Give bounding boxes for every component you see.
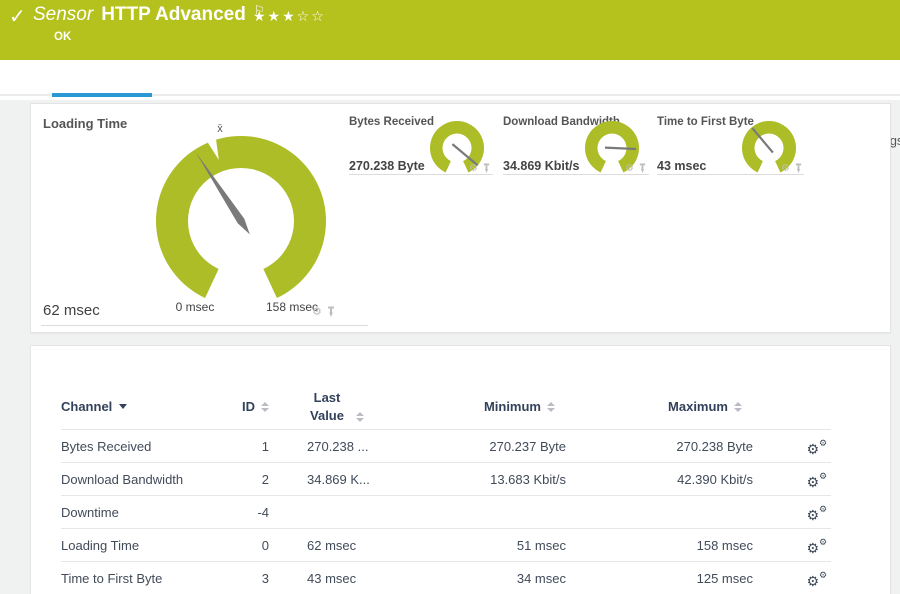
divider xyxy=(503,174,649,175)
primary-gauge-title: Loading Time xyxy=(43,116,128,131)
channel-id: 0 xyxy=(261,537,269,553)
column-header-maximum[interactable]: Maximum xyxy=(668,399,758,414)
table-row: Time to First Byte 3 43 msec 34 msec 125… xyxy=(61,562,831,594)
gear-icon: ⚙ xyxy=(806,475,819,491)
column-header-channel[interactable]: Channel xyxy=(61,399,209,414)
column-header-minimum[interactable]: Minimum xyxy=(484,399,571,414)
mini-gauge-title: Bytes Received xyxy=(349,116,435,128)
gauge-tools: ⚙ xyxy=(312,305,336,318)
sort-arrows-icon xyxy=(261,401,269,412)
mini-gauge-value: 270.238 Byte xyxy=(349,159,425,173)
channel-minimum: 270.237 Byte xyxy=(489,438,566,454)
pin-icon[interactable] xyxy=(794,163,803,174)
gauge-tools: ⚙ xyxy=(469,163,491,174)
gauges-panel: Loading Time x̄ 0 msec 158 msec 62 msec … xyxy=(30,103,891,333)
channel-id: 3 xyxy=(261,570,269,586)
sensor-type-label: Sensor xyxy=(33,4,94,25)
gauge-tools: ⚙ xyxy=(625,163,647,174)
pin-icon[interactable] xyxy=(482,163,491,174)
sort-arrows-icon xyxy=(547,401,555,412)
table-row: Bytes Received 1 270.238 ... 270.237 Byt… xyxy=(61,430,831,463)
status-check-icon: ✓ xyxy=(9,4,26,28)
gear-icon: ⚙ xyxy=(806,508,819,524)
table-row: Downtime -4 ⚙ ⚙ xyxy=(61,496,831,529)
prtg-sensor-page: ✓ Sensor HTTP Advanced ⚐ ★★★☆☆ OK Overvi… xyxy=(0,0,900,594)
channel-maximum: 125 msec xyxy=(696,570,753,586)
channel-table: Channel ID Last Value Minimum Maximum By… xyxy=(61,384,831,594)
channel-maximum: 270.238 Byte xyxy=(676,438,753,454)
divider xyxy=(657,174,804,175)
channel-name[interactable]: Download Bandwidth xyxy=(61,472,209,487)
sort-caret-down-icon xyxy=(119,404,128,409)
sensor-title-line: Sensor HTTP Advanced ⚐ xyxy=(33,3,265,26)
sort-arrows-icon xyxy=(734,401,742,412)
table-row: Loading Time 0 62 msec 51 msec 158 msec … xyxy=(61,529,831,562)
column-header-id[interactable]: ID xyxy=(242,399,269,414)
header-label: Last Value xyxy=(310,389,344,423)
gear-icon: ⚙ xyxy=(819,538,828,548)
channel-maximum: 158 msec xyxy=(696,537,753,553)
table-header-row: Channel ID Last Value Minimum Maximum xyxy=(61,384,831,430)
active-tab-underline xyxy=(52,93,152,97)
channel-name[interactable]: Bytes Received xyxy=(61,439,209,454)
channel-last-value: 43 msec xyxy=(307,570,357,586)
channel-id: -4 xyxy=(257,504,269,520)
header-label: Maximum xyxy=(668,399,728,414)
gauge-settings-icon[interactable]: ⚙ xyxy=(469,163,478,174)
header-label: Minimum xyxy=(483,399,541,414)
divider xyxy=(349,174,493,175)
sort-arrows-icon xyxy=(356,412,364,423)
channel-name[interactable]: Time to First Byte xyxy=(61,571,209,586)
divider xyxy=(41,325,368,326)
channel-minimum: 13.683 Kbit/s xyxy=(490,471,566,487)
primary-gauge-value: 62 msec xyxy=(43,302,100,319)
gauge-scale-min: 0 msec xyxy=(175,300,215,314)
gear-icon: ⚙ xyxy=(806,442,819,458)
channels-panel: Channel ID Last Value Minimum Maximum By… xyxy=(30,345,891,594)
channel-id: 2 xyxy=(261,471,269,487)
pin-icon[interactable] xyxy=(638,163,647,174)
gauge-settings-icon[interactable]: ⚙ xyxy=(625,163,634,174)
header-label: ID xyxy=(242,399,255,414)
channel-name[interactable]: Downtime xyxy=(61,505,209,520)
priority-stars[interactable]: ★★★☆☆ xyxy=(253,9,326,25)
mini-gauge-value: 34.869 Kbit/s xyxy=(503,159,580,173)
gear-icon: ⚙ xyxy=(819,472,828,482)
header-label: Channel xyxy=(61,399,113,414)
tab-bar: Overview Live Data 2 days 30 days 365 da… xyxy=(0,60,900,149)
channel-last-value: 62 msec xyxy=(307,537,357,553)
channel-minimum: 34 msec xyxy=(516,570,566,586)
column-header-last-value[interactable]: Last Value xyxy=(304,389,364,424)
gear-icon: ⚙ xyxy=(806,574,819,590)
gauge-settings-icon[interactable]: ⚙ xyxy=(312,305,322,318)
channel-name[interactable]: Loading Time xyxy=(61,538,209,553)
pin-icon[interactable] xyxy=(326,306,336,318)
channel-id: 1 xyxy=(261,438,269,454)
gauge-needle xyxy=(604,146,637,151)
gauge-settings-icon[interactable]: ⚙ xyxy=(781,163,790,174)
channel-maximum: 42.390 Kbit/s xyxy=(677,471,753,487)
loading-time-gauge xyxy=(156,134,326,298)
channel-last-value: 270.238 ... xyxy=(307,438,369,454)
page-title: HTTP Advanced xyxy=(101,4,246,25)
sensor-status-header: ✓ Sensor HTTP Advanced ⚐ ★★★☆☆ OK xyxy=(0,0,900,60)
gear-icon: ⚙ xyxy=(819,439,828,449)
gear-icon: ⚙ xyxy=(806,541,819,557)
status-badge: OK xyxy=(54,31,72,43)
mean-marker-label: x̄ xyxy=(217,123,223,135)
gear-icon: ⚙ xyxy=(819,571,828,581)
channel-last-value: 34.869 K... xyxy=(307,471,370,487)
gear-icon: ⚙ xyxy=(819,505,828,515)
gauge-tools: ⚙ xyxy=(781,163,803,174)
table-row: Download Bandwidth 2 34.869 K... 13.683 … xyxy=(61,463,831,496)
mini-gauge-value: 43 msec xyxy=(657,159,707,173)
channel-minimum: 51 msec xyxy=(516,537,566,553)
